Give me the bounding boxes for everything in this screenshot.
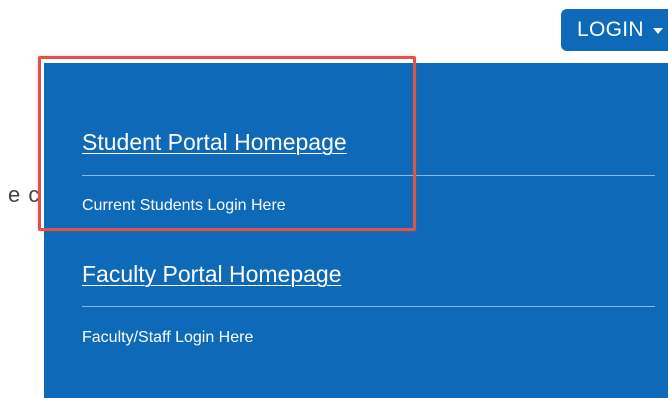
background-partial-text: e c xyxy=(8,182,41,207)
student-login-description[interactable]: Current Students Login Here xyxy=(82,197,286,215)
login-label: LOGIN xyxy=(577,18,644,41)
faculty-portal-link[interactable]: Faculty Portal Homepage xyxy=(82,261,342,288)
faculty-login-description[interactable]: Faculty/Staff Login Here xyxy=(82,329,253,347)
page: e c LOGIN Student Portal Homepage Curren… xyxy=(0,0,668,398)
login-dropdown-menu: Student Portal Homepage Current Students… xyxy=(44,63,668,398)
caret-down-icon xyxy=(652,28,663,34)
divider xyxy=(82,306,655,307)
divider xyxy=(82,175,655,176)
login-dropdown-button[interactable]: LOGIN xyxy=(561,9,668,51)
student-portal-link[interactable]: Student Portal Homepage xyxy=(82,129,347,156)
